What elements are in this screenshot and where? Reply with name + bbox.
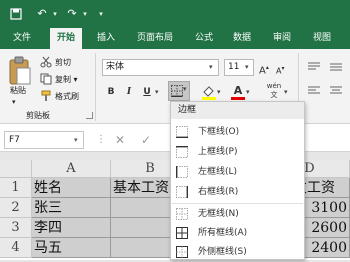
menu-item-label: 左框线(L) bbox=[198, 167, 238, 177]
name-box-dropdown-icon[interactable]: ▾ bbox=[74, 133, 82, 147]
menu-item-label: 右框线(R) bbox=[198, 187, 239, 197]
cell-a1[interactable]: 姓名 bbox=[32, 178, 111, 198]
underline-button[interactable]: U bbox=[139, 84, 155, 100]
undo-dropdown-icon[interactable]: ▾ bbox=[50, 0, 60, 28]
row-header-3[interactable]: 3 bbox=[0, 218, 32, 238]
bottom-border-icon bbox=[176, 126, 188, 138]
menu-item-label: 上框线(P) bbox=[198, 147, 238, 157]
group-divider bbox=[95, 53, 96, 121]
customize-quick-access-icon[interactable]: ▾ bbox=[95, 0, 107, 28]
borders-dropdown-icon[interactable]: ▾ bbox=[183, 85, 187, 93]
font-name-combobox[interactable]: 宋体 bbox=[102, 59, 219, 76]
cell-a4[interactable]: 马五 bbox=[32, 238, 111, 258]
paste-dropdown-icon[interactable]: ▾ bbox=[12, 98, 16, 106]
align-center-icon[interactable] bbox=[328, 84, 344, 98]
top-border-icon bbox=[176, 146, 188, 158]
copy-icon[interactable] bbox=[40, 73, 52, 85]
tab-home[interactable]: 开始 bbox=[50, 28, 82, 49]
cell-a3[interactable]: 李四 bbox=[32, 218, 111, 238]
left-border-icon bbox=[176, 166, 188, 178]
cell-a2[interactable]: 张三 bbox=[32, 198, 111, 218]
tab-data[interactable]: 数据 bbox=[226, 28, 258, 49]
right-border-icon bbox=[176, 186, 188, 198]
tab-review[interactable]: 审阅 bbox=[266, 28, 298, 49]
font-name-dropdown-icon[interactable]: ▾ bbox=[209, 60, 218, 75]
tab-formulas[interactable]: 公式 bbox=[188, 28, 220, 49]
menu-item-bottom-border[interactable]: 下框线(O) bbox=[171, 123, 304, 142]
menu-item-top-border[interactable]: 上框线(P) bbox=[171, 143, 304, 162]
fill-color-dropdown-icon[interactable]: ▾ bbox=[217, 84, 225, 100]
undo-icon[interactable]: ↶ bbox=[34, 0, 50, 28]
column-header-a[interactable]: A bbox=[32, 160, 111, 178]
tab-view[interactable]: 视图 bbox=[306, 28, 338, 49]
all-borders-icon bbox=[176, 227, 188, 239]
menu-item-label: 无框线(N) bbox=[198, 209, 239, 219]
tab-file[interactable]: 文件 bbox=[6, 28, 38, 49]
clipboard-dialog-launcher-icon[interactable] bbox=[86, 112, 93, 119]
cut-icon[interactable] bbox=[40, 56, 52, 68]
align-left-icon[interactable] bbox=[306, 84, 322, 98]
italic-button[interactable]: I bbox=[121, 84, 137, 100]
phonetic-dropdown-icon[interactable]: ▾ bbox=[284, 84, 292, 100]
menu-item-label: 所有框线(A) bbox=[198, 228, 248, 238]
menu-item-left-border[interactable]: 左框线(L) bbox=[171, 163, 304, 182]
menu-item-label: 外侧框线(S) bbox=[198, 247, 247, 257]
font-color-dropdown-icon[interactable]: ▾ bbox=[246, 84, 254, 100]
menu-separator bbox=[172, 203, 303, 204]
clipboard-group-label: 剪贴板 bbox=[26, 111, 50, 120]
font-size-dropdown-icon[interactable]: ▾ bbox=[245, 60, 254, 75]
redo-icon[interactable]: ↷ bbox=[64, 0, 80, 28]
enter-icon[interactable]: ✓ bbox=[138, 131, 154, 149]
borders-button[interactable]: ▾ bbox=[168, 81, 190, 101]
redo-dropdown-icon[interactable]: ▾ bbox=[80, 0, 90, 28]
phonetic-guide-icon[interactable]: wén 文 bbox=[264, 82, 284, 102]
select-all-corner[interactable] bbox=[0, 160, 32, 178]
borders-menu-header: 边框 bbox=[171, 102, 304, 119]
font-name-value: 宋体 bbox=[106, 62, 125, 72]
menu-item-right-border[interactable]: 右框线(R) bbox=[171, 183, 304, 202]
name-box-value: F7 bbox=[9, 135, 20, 145]
bold-button[interactable]: B bbox=[103, 84, 119, 100]
formula-bar-grip-icon: ⋮ bbox=[96, 131, 106, 149]
menu-item-outside-borders[interactable]: 外侧框线(S) bbox=[171, 243, 304, 262]
align-middle-icon[interactable] bbox=[328, 60, 344, 74]
row-header-1[interactable]: 1 bbox=[0, 178, 32, 198]
format-painter-label[interactable]: 格式刷 bbox=[55, 91, 79, 102]
row-header-2[interactable]: 2 bbox=[0, 198, 32, 218]
outside-borders-icon bbox=[176, 246, 188, 258]
no-border-icon bbox=[176, 208, 188, 220]
title-bar: ↶ ▾ ↷ ▾ ▾ bbox=[0, 0, 350, 28]
font-size-value: 11 bbox=[228, 62, 240, 72]
align-top-icon[interactable] bbox=[306, 60, 322, 74]
paste-button-label[interactable]: 粘贴 bbox=[10, 85, 26, 96]
menu-item-all-borders[interactable]: 所有框线(A) bbox=[171, 224, 304, 243]
fill-color-icon[interactable] bbox=[201, 84, 217, 100]
cut-label[interactable]: 剪切 bbox=[55, 57, 71, 68]
grow-font-icon[interactable]: A▴ bbox=[259, 59, 275, 76]
save-icon[interactable] bbox=[8, 0, 24, 28]
shrink-font-icon[interactable]: A▾ bbox=[276, 59, 292, 76]
format-painter-icon[interactable] bbox=[40, 90, 52, 102]
borders-icon bbox=[171, 85, 183, 97]
font-color-icon[interactable]: A bbox=[231, 84, 245, 100]
menu-item-label: 下框线(O) bbox=[198, 127, 240, 137]
copy-label[interactable]: 复制 ▾ bbox=[55, 74, 78, 85]
paste-icon[interactable] bbox=[8, 56, 32, 86]
name-box[interactable]: F7 bbox=[4, 131, 84, 149]
cancel-icon[interactable]: ✕ bbox=[112, 131, 128, 149]
menu-item-no-border[interactable]: 无框线(N) bbox=[171, 205, 304, 224]
tab-page-layout[interactable]: 页面布局 bbox=[130, 28, 180, 49]
row-header-4[interactable]: 4 bbox=[0, 238, 32, 258]
underline-dropdown-icon[interactable]: ▾ bbox=[155, 84, 163, 100]
tab-insert[interactable]: 插入 bbox=[90, 28, 122, 49]
